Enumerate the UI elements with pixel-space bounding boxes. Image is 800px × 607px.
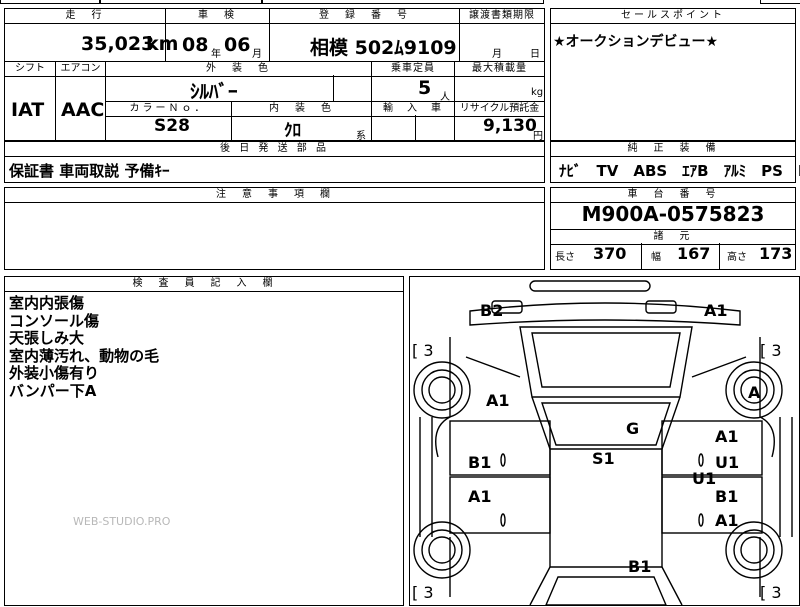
mileage-header: 走 行 (5, 9, 165, 24)
capacity-cell: 5 人 (371, 75, 454, 103)
sales-point-text: ★オークションデビュー★ (553, 34, 719, 50)
inspection-header: 車 検 (165, 9, 269, 24)
top-strip (100, 0, 262, 4)
inspector-box: 検 査 員 記 入 欄 室内内張傷 コンソール傷 天張しみ大 室内薄汚れ、動物の… (4, 276, 404, 606)
exterior-color-value: ｼﾙﾊﾞｰ (190, 81, 238, 103)
later-items-value: 保証書 車両取説 予備ｷｰ (9, 162, 170, 180)
bracket-front-right: [ 3 (760, 341, 782, 360)
bracket-rear-left: [ 3 (412, 583, 434, 602)
registration-header: 登 録 番 号 (269, 9, 459, 24)
note-line: 外装小傷有り (9, 364, 100, 382)
registration-cell: 相模 502ﾑ9109 (269, 23, 459, 61)
inspector-notes: 室内内張傷 コンソール傷 天張しみ大 室内薄汚れ、動物の毛 外装小傷有り バンパ… (9, 294, 160, 400)
top-strip-2 (262, 0, 544, 4)
interior-color-cell: ｸﾛ 系 (231, 115, 371, 142)
note-line: 室内薄汚れ、動物の毛 (9, 346, 160, 365)
inspection-cell: 08 年 06 月 (165, 23, 269, 61)
car-diagram (413, 280, 793, 606)
recycle-cell: 9,130 円 (454, 115, 544, 142)
later-items-header: 後 日 発 送 部 品 (5, 142, 544, 157)
registration-value: 相模 502ﾑ9109 (310, 37, 457, 59)
damage-mark: U1 (715, 453, 740, 472)
chassis-value: M900A-0575823 (581, 202, 765, 226)
note-line: コンソール傷 (9, 311, 100, 330)
equipment-header: 純 正 装 備 (551, 142, 795, 157)
bracket-rear-right: [ 3 (760, 583, 782, 602)
bracket-front-left: [ 3 (412, 341, 434, 360)
width-label: 幅 (651, 252, 661, 263)
chassis-header: 車 台 番 号 (551, 188, 795, 203)
damage-mark: B1 (468, 453, 492, 472)
mileage-value: 35,023 (81, 33, 155, 55)
transfer-day-unit: 日 (530, 49, 540, 60)
recycle-unit: 円 (533, 131, 543, 142)
dim-divider-1 (641, 243, 642, 269)
width-value: 167 (677, 244, 711, 263)
inspection-month: 06 (224, 34, 251, 56)
equipment-value: ﾅﾋﾞ TV ABS ｴｱB ｱﾙﾐ PS PW (559, 162, 800, 180)
height-value: 173 (759, 244, 793, 263)
caution-box: 注 意 事 項 欄 (4, 187, 545, 270)
note-line: 室内内張傷 (9, 294, 85, 312)
inspection-month-unit: 月 (252, 49, 262, 60)
note-line: 天張しみ大 (9, 329, 85, 347)
max-load-cell: kg (454, 75, 544, 101)
length-value: 370 (593, 244, 627, 263)
damage-mark: A1 (704, 301, 728, 320)
color-no-value: S28 (154, 116, 190, 136)
aircon-value: AAC (61, 99, 105, 121)
later-items-box: 後 日 発 送 部 品 保証書 車両取説 予備ｷｰ (4, 141, 545, 183)
max-load-unit: kg (531, 87, 544, 98)
inspection-year: 08 (182, 34, 209, 56)
equipment-box: 純 正 装 備 ﾅﾋﾞ TV ABS ｴｱB ｱﾙﾐ PS PW (550, 141, 800, 183)
top-strip-0 (0, 0, 100, 4)
transfer-header: 譲渡書類期限 (459, 9, 544, 24)
color-no-cell: S28 (105, 115, 231, 140)
dimensions-header: 諸 元 (551, 229, 795, 245)
transfer-month-unit: 月 (492, 49, 502, 60)
interior-color-value: ｸﾛ (284, 121, 301, 141)
dim-divider-2 (719, 243, 720, 269)
damage-mark: B1 (715, 487, 739, 506)
sales-point-box: セールスポイント ★オークションデビュー★ (550, 8, 796, 141)
top-strip-3 (760, 0, 800, 4)
sales-point-header: セールスポイント (551, 9, 795, 24)
car-diagram-box: [ 3 [ 3 [ 3 [ 3 B2 A1 A1 A A1 G S1 B1 U1… (409, 276, 800, 606)
height-label: 高さ (727, 252, 747, 263)
inspection-year-unit: 年 (211, 49, 221, 60)
recycle-value: 9,130 (483, 116, 537, 136)
inspector-header: 検 査 員 記 入 欄 (5, 277, 403, 292)
damage-mark: A1 (715, 511, 739, 530)
damage-mark: A (748, 383, 761, 402)
shift-cell: IAT (5, 75, 55, 140)
transfer-cell: 月 日 (459, 23, 544, 61)
damage-mark: B2 (480, 301, 504, 320)
caution-header: 注 意 事 項 欄 (5, 188, 544, 203)
damage-mark: A1 (468, 487, 492, 506)
import-cell-2 (415, 115, 454, 140)
damage-mark: S1 (592, 449, 615, 468)
watermark: WEB-STUDIO.PRO (73, 515, 171, 528)
exterior-color-cell: ｼﾙﾊﾞｰ (105, 75, 333, 103)
vehicle-info-table: 走 行 車 検 登 録 番 号 譲渡書類期限 35,023 km 08 年 06… (4, 8, 545, 142)
damage-mark: B1 (628, 557, 652, 576)
shift-value: IAT (11, 99, 45, 121)
damage-mark: U1 (692, 469, 717, 488)
length-label: 長さ (555, 252, 575, 263)
import-cell-1 (371, 115, 415, 140)
damage-mark: A1 (715, 427, 739, 446)
damage-mark: G (626, 419, 640, 438)
aircon-cell: AAC (55, 75, 105, 140)
note-line: バンパー下A (9, 381, 97, 400)
mileage-cell: 35,023 km (5, 23, 178, 61)
capacity-value: 5 (418, 77, 432, 99)
interior-color-suffix: 系 (356, 131, 366, 142)
chassis-box: 車 台 番 号 M900A-0575823 諸 元 長さ 370 幅 167 高… (550, 187, 796, 270)
exterior-color-extra-cell (333, 75, 371, 101)
damage-mark: A1 (486, 391, 510, 410)
